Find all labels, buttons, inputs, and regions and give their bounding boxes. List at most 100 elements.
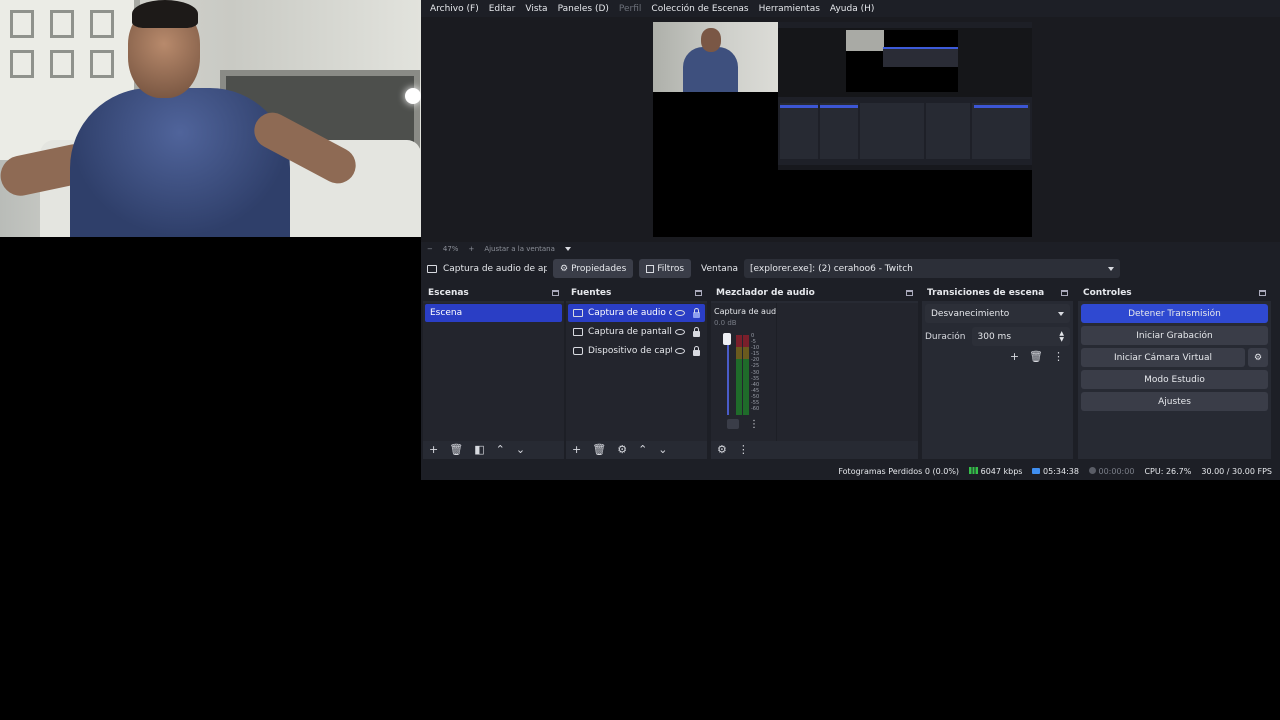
virtual-camera-settings-button[interactable]: ⚙ <box>1248 348 1268 367</box>
eye-icon[interactable] <box>675 310 685 316</box>
dropped-frames: Fotogramas Perdidos 0 (0.0%) <box>838 466 960 476</box>
channel-db: 0.0 dB <box>714 319 737 327</box>
source-label: Captura de pantalla <box>588 327 672 337</box>
rec-group: 00:00:00 <box>1088 466 1135 476</box>
sources-toolbar: + 🗑 ⚙ ⌃ ⌄ <box>566 439 707 459</box>
selected-source-name: Captura de audio de aplicación <box>443 263 547 274</box>
duration-value: 300 ms <box>977 331 1012 342</box>
settings-button[interactable]: Ajustes <box>1081 392 1268 411</box>
filter-icon[interactable]: ◧ <box>474 443 484 456</box>
filters-button[interactable]: Filtros <box>639 259 692 278</box>
volume-fader-track[interactable] <box>727 335 729 415</box>
divider <box>776 303 777 441</box>
menu-file[interactable]: Archivo (F) <box>425 4 484 14</box>
transitions-dock: Transiciones de escena Desvanecimiento D… <box>922 285 1073 459</box>
transition-select-value: Desvanecimiento <box>931 308 1010 319</box>
sources-list: Captura de audio de aplicación Captura d… <box>566 303 707 441</box>
menu-help[interactable]: Ayuda (H) <box>825 4 879 14</box>
start-recording-button[interactable]: Iniciar Grabación <box>1081 326 1268 345</box>
live-group: 05:34:38 <box>1032 467 1079 476</box>
chevron-down-icon <box>1058 311 1064 316</box>
source-toolbar: Captura de audio de aplicación ⚙ Propied… <box>421 258 1280 279</box>
transition-select[interactable]: Desvanecimiento <box>925 304 1070 323</box>
properties-button[interactable]: ⚙ Propiedades <box>553 259 634 278</box>
tick-label: -35 <box>751 375 760 382</box>
scenes-toolbar: + 🗑 ◧ ⌃ ⌄ <box>423 439 564 459</box>
zoom-out-button[interactable]: − <box>427 245 433 253</box>
more-options-icon[interactable]: ⋮ <box>749 419 759 430</box>
move-up-icon[interactable]: ⌃ <box>496 443 505 456</box>
mixer-toolbar: ⚙ ⋮ <box>711 439 918 459</box>
level-meter-right <box>743 335 749 415</box>
more-options-icon[interactable]: ⋮ <box>738 443 749 456</box>
trash-icon[interactable]: 🗑 <box>1029 350 1043 363</box>
preview-canvas[interactable] <box>653 22 1032 237</box>
zoom-dropdown-icon[interactable] <box>564 246 571 251</box>
more-options-icon[interactable]: ⋮ <box>1053 350 1064 363</box>
mixer-channel: Captura de audio de aplicación 0.0 dB 0 … <box>711 303 918 441</box>
trash-icon[interactable]: 🗑 <box>592 443 606 456</box>
filter-icon <box>646 264 655 273</box>
menu-view[interactable]: Vista <box>520 4 552 14</box>
spin-arrows-icon[interactable]: ▲ ▼ <box>1059 330 1064 343</box>
lock-icon[interactable] <box>693 308 700 318</box>
move-down-icon[interactable]: ⌄ <box>658 443 667 456</box>
lock-icon[interactable] <box>693 346 700 356</box>
eye-icon[interactable] <box>675 329 685 335</box>
undock-icon[interactable] <box>906 290 913 296</box>
menu-docks[interactable]: Paneles (D) <box>553 4 614 14</box>
bitrate: 6047 kbps <box>980 466 1023 476</box>
duration-spinbox[interactable]: 300 ms ▲ ▼ <box>971 327 1070 346</box>
camera-icon <box>573 347 583 355</box>
zoom-in-button[interactable]: + <box>468 245 474 253</box>
add-icon[interactable]: + <box>572 443 581 456</box>
stop-streaming-button[interactable]: Detener Transmisión <box>1081 304 1268 323</box>
advanced-audio-icon[interactable]: ⚙ <box>717 443 727 456</box>
trash-icon[interactable]: 🗑 <box>449 443 463 456</box>
add-icon[interactable]: + <box>1010 350 1019 363</box>
live-icon <box>1032 467 1041 474</box>
nested-screen-capture <box>778 22 1032 170</box>
menu-tools[interactable]: Herramientas <box>754 4 825 14</box>
studio-mode-button[interactable]: Modo Estudio <box>1081 370 1268 389</box>
menu-scene-collection[interactable]: Colección de Escenas <box>646 4 753 14</box>
nested-webcam-thumbnail <box>653 22 778 92</box>
undock-icon[interactable] <box>552 290 559 296</box>
scene-item[interactable]: Escena <box>425 304 562 322</box>
lock-icon[interactable] <box>693 327 700 337</box>
cpu-usage: CPU: 26.7% <box>1144 466 1192 476</box>
eye-icon[interactable] <box>675 348 685 354</box>
sources-dock: Fuentes Captura de audio de aplicación C… <box>566 285 707 459</box>
rec-time: 00:00:00 <box>1098 466 1135 476</box>
volume-fader-handle[interactable] <box>723 333 731 345</box>
sources-title: Fuentes <box>571 288 612 298</box>
speaker-icon[interactable] <box>727 419 739 429</box>
gear-icon: ⚙ <box>560 263 569 274</box>
source-item[interactable]: Captura de audio de aplicación <box>568 304 705 322</box>
move-up-icon[interactable]: ⌃ <box>638 443 647 456</box>
undock-icon[interactable] <box>1061 290 1068 296</box>
source-item[interactable]: Captura de pantalla <box>568 323 705 341</box>
undock-icon[interactable] <box>1259 290 1266 296</box>
transitions-body: Desvanecimiento Duración 300 ms ▲ ▼ + 🗑 ⋮ <box>922 301 1073 363</box>
transitions-title: Transiciones de escena <box>927 288 1045 298</box>
scenes-list: Escena <box>423 303 564 441</box>
menu-profile[interactable]: Perfil <box>614 4 647 14</box>
fit-to-window-button[interactable]: Ajustar a la ventana <box>484 245 555 253</box>
window-select[interactable]: [explorer.exe]: (2) cerahoo6 - Twitch <box>744 259 1120 278</box>
preview-area[interactable] <box>421 17 1280 242</box>
preview-zoom-bar: − 47% + Ajustar a la ventana <box>421 242 1280 255</box>
start-virtual-camera-button[interactable]: Iniciar Cámara Virtual <box>1081 348 1245 367</box>
move-down-icon[interactable]: ⌄ <box>516 443 525 456</box>
source-item[interactable]: Dispositivo de captura de video <box>568 342 705 360</box>
window-select-value: [explorer.exe]: (2) cerahoo6 - Twitch <box>750 263 913 274</box>
properties-label: Propiedades <box>571 263 627 274</box>
undock-icon[interactable] <box>695 290 702 296</box>
menu-edit[interactable]: Editar <box>484 4 521 14</box>
source-label: Dispositivo de captura de video <box>588 346 672 356</box>
gear-icon[interactable]: ⚙ <box>617 443 627 456</box>
scenes-title: Escenas <box>428 288 469 298</box>
add-icon[interactable]: + <box>429 443 438 456</box>
record-icon <box>1088 466 1096 474</box>
scenes-dock: Escenas Escena + 🗑 ◧ ⌃ ⌄ <box>423 285 564 459</box>
